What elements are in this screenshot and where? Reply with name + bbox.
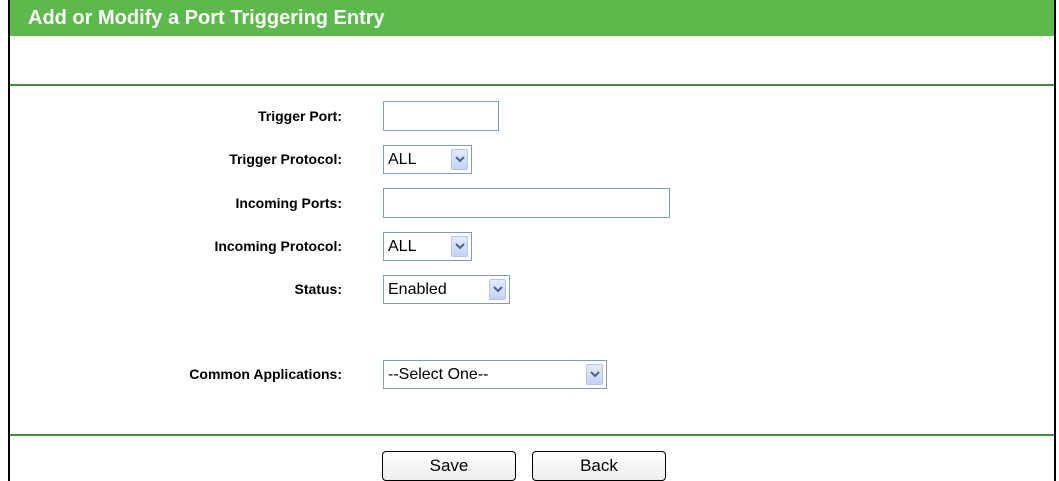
common-applications-select[interactable]: --Select One-- — [383, 360, 607, 389]
trigger-protocol-value: ALL — [388, 150, 417, 168]
status-label: Status: — [294, 281, 342, 297]
chevron-down-icon[interactable] — [489, 279, 506, 300]
trigger-port-input[interactable] — [383, 101, 499, 131]
incoming-ports-label: Incoming Ports: — [235, 195, 342, 211]
status-select[interactable]: Enabled — [383, 275, 510, 304]
incoming-protocol-select[interactable]: ALL — [383, 232, 472, 261]
chevron-down-icon[interactable] — [451, 149, 468, 170]
chevron-down-icon[interactable] — [586, 364, 603, 385]
common-applications-value: --Select One-- — [388, 365, 489, 383]
incoming-ports-input[interactable] — [383, 188, 670, 218]
incoming-protocol-label: Incoming Protocol: — [214, 238, 342, 254]
trigger-protocol-select[interactable]: ALL — [383, 145, 472, 174]
chevron-down-icon[interactable] — [451, 236, 468, 257]
page-title: Add or Modify a Port Triggering Entry — [10, 0, 1054, 36]
save-button[interactable]: Save — [382, 451, 516, 481]
top-divider — [10, 84, 1054, 86]
status-value: Enabled — [388, 280, 447, 298]
trigger-protocol-label: Trigger Protocol: — [229, 151, 342, 167]
port-triggering-panel: Add or Modify a Port Triggering Entry Tr… — [8, 0, 1056, 481]
incoming-protocol-value: ALL — [388, 237, 417, 255]
back-button[interactable]: Back — [532, 451, 666, 481]
trigger-port-label: Trigger Port: — [257, 108, 342, 124]
bottom-divider — [10, 434, 1054, 436]
common-applications-label: Common Applications: — [189, 366, 342, 382]
